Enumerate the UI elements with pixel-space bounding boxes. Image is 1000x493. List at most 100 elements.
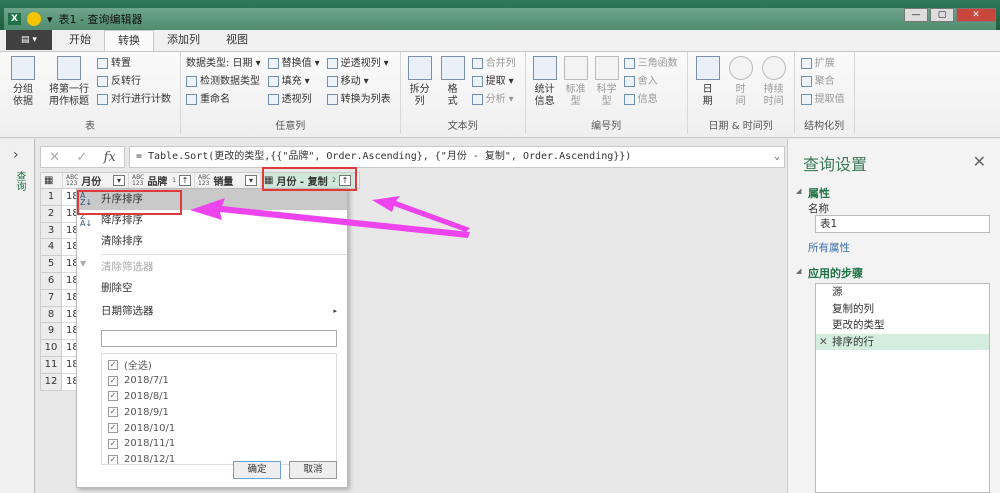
reverse-rows-button[interactable]: 反转行 — [97, 74, 171, 89]
applied-step[interactable]: ✕ 排序的行 — [816, 333, 989, 351]
statistics-button[interactable]: 统计 信息 — [531, 56, 559, 108]
group-table: 分组 依据 将第一行 用作标题 转置 反转行 对行进行计数 表 — [0, 52, 181, 134]
reverse-icon — [97, 76, 108, 87]
use-first-row-button[interactable]: 将第一行 用作标题 — [44, 56, 94, 108]
detect-type-button[interactable]: 检测数据类型 — [186, 74, 261, 89]
filter-checkbox-item[interactable]: ✓ 2018/10/1 — [108, 420, 330, 436]
filter-checkbox-item[interactable]: ✓ 2018/9/1 — [108, 404, 330, 420]
aggregate-button[interactable]: 聚合 — [800, 74, 845, 89]
fill-icon — [267, 76, 279, 87]
merge-columns-button[interactable]: 合并列 — [471, 56, 516, 71]
annotation-box-sort-ascending — [77, 190, 182, 215]
time-button[interactable]: 时 间 — [726, 56, 756, 108]
filter-checkbox-item[interactable]: ✓ (全选) — [108, 357, 330, 373]
parse-icon — [471, 94, 483, 105]
applied-step[interactable]: 复制的列 — [816, 301, 989, 318]
menu-clear-sort[interactable]: 清除排序 — [77, 231, 347, 252]
trig-button[interactable]: 三角函数 — [623, 56, 678, 71]
filter-checkbox-item[interactable]: ✓ 2018/8/1 — [108, 389, 330, 405]
extract-values-icon — [800, 94, 812, 105]
rename-button[interactable]: 重命名 — [186, 92, 261, 107]
filter-checkbox-item[interactable]: ✓ 2018/11/1 — [108, 436, 330, 452]
filter-dropdown-icon[interactable]: ▾ — [113, 175, 125, 186]
checkbox-checked-icon[interactable]: ✓ — [108, 423, 118, 434]
filter-search-input[interactable] — [101, 330, 337, 347]
table-icon — [57, 56, 81, 80]
queries-nav-pane[interactable]: › 查询 — [0, 139, 35, 493]
table-menu-icon[interactable]: ▦ — [41, 173, 63, 188]
split-column-button[interactable]: 拆分 列 — [406, 56, 434, 108]
filter-checkbox-item[interactable]: ✓ 2018/7/1 — [108, 373, 330, 389]
format-button[interactable]: 格 式 — [437, 56, 469, 108]
unpivot-button[interactable]: 逆透视列 ▾ — [326, 56, 391, 71]
pivot-button[interactable]: 透视列 — [267, 92, 320, 107]
row-number: 11 — [40, 356, 62, 374]
sort-ascending-icon[interactable]: ↑ — [179, 175, 191, 186]
row-number: 8 — [40, 306, 62, 324]
transpose-icon — [97, 58, 108, 69]
count-rows-button[interactable]: 对行进行计数 — [97, 92, 171, 107]
applied-steps-section[interactable]: 应用的步骤 — [796, 265, 863, 281]
minimize-button[interactable]: — — [904, 8, 928, 22]
transpose-button[interactable]: 转置 — [97, 56, 171, 71]
ok-button[interactable]: 确定 — [233, 461, 281, 479]
column-header-brand[interactable]: ABC 123 品牌 1 ↑ — [129, 173, 195, 188]
checkbox-checked-icon[interactable]: ✓ — [108, 391, 118, 402]
smiley-feedback-icon[interactable] — [26, 12, 41, 26]
move-button[interactable]: 移动 ▾ — [326, 74, 391, 89]
date-button[interactable]: 日 期 — [693, 56, 723, 108]
properties-section[interactable]: 属性 — [796, 185, 830, 201]
fill-button[interactable]: 填充 ▾ — [267, 74, 320, 89]
detect-icon — [186, 76, 197, 87]
checkbox-checked-icon[interactable]: ✓ — [108, 359, 118, 370]
rounding-button[interactable]: 舍入 — [623, 74, 678, 89]
column-header-sales[interactable]: ABC 123 销量 ▾ — [195, 173, 261, 188]
close-panel-icon[interactable]: ✕ — [973, 152, 986, 171]
all-properties-link[interactable]: 所有属性 — [808, 240, 850, 255]
checkbox-checked-icon[interactable]: ✓ — [108, 438, 118, 449]
confirm-formula-icon[interactable]: ✓ — [76, 150, 87, 165]
file-menu-button[interactable]: ▤ ▾ — [6, 30, 52, 50]
group-by-button[interactable]: 分组 依据 — [5, 56, 41, 108]
filter-dropdown-icon[interactable]: ▾ — [245, 175, 257, 186]
checkbox-checked-icon[interactable]: ✓ — [108, 454, 118, 464]
cancel-button[interactable]: 取消 — [289, 461, 337, 479]
filter-value-list[interactable]: ✓ (全选) ✓ 2018/7/1 ✓ 2018/8/1 ✓ 2018/9/1 ✓ 2018/10… — [101, 353, 337, 465]
list-icon — [326, 94, 338, 105]
tab-view[interactable]: 视图 — [213, 30, 261, 51]
expand-formula-icon[interactable]: ⌄ — [774, 147, 780, 167]
menu-date-filters[interactable]: 日期筛选器 ▸ — [77, 301, 347, 322]
duration-button[interactable]: 持续 时间 — [759, 56, 789, 108]
fx-icon[interactable]: fx — [104, 150, 116, 165]
checkbox-checked-icon[interactable]: ✓ — [108, 375, 118, 386]
information-button[interactable]: 信息 — [623, 92, 678, 107]
delete-step-icon[interactable]: ✕ — [819, 334, 828, 351]
standard-button[interactable]: 标准 型 — [562, 56, 590, 108]
quick-access-dropdown-icon[interactable]: ▾ — [47, 13, 53, 26]
cancel-formula-icon[interactable]: ✕ — [49, 150, 60, 165]
applied-step[interactable]: 更改的类型 — [816, 317, 989, 334]
replace-values-button[interactable]: 替换值 ▾ — [267, 56, 320, 71]
query-name-input[interactable]: 表1 — [815, 215, 990, 233]
row-number: 7 — [40, 289, 62, 307]
aggregate-icon — [800, 76, 812, 87]
extract-values-button[interactable]: 提取值 — [800, 92, 845, 107]
formula-input[interactable]: = Table.Sort(更改的类型,{{"品牌", Order.Ascendi… — [129, 146, 785, 168]
column-header-month[interactable]: ABC 123 月份 ▾ — [63, 173, 129, 188]
data-type-dropdown[interactable]: 数据类型: 日期 ▾ — [186, 56, 261, 71]
close-button[interactable]: ✕ — [956, 8, 996, 22]
tab-add-column[interactable]: 添加列 — [154, 30, 213, 51]
scientific-button[interactable]: 科学 型 — [593, 56, 621, 108]
menu-divider — [101, 254, 347, 255]
maximize-button[interactable]: ▢ — [930, 8, 954, 22]
tab-transform[interactable]: 转换 — [104, 30, 154, 51]
applied-step[interactable]: 源 — [816, 284, 989, 301]
parse-button[interactable]: 分析 ▾ — [471, 92, 516, 107]
extract-button[interactable]: 提取 ▾ — [471, 74, 516, 89]
expand-button[interactable]: 扩展 — [800, 56, 845, 71]
to-list-button[interactable]: 转换为列表 — [326, 92, 391, 107]
checkbox-checked-icon[interactable]: ✓ — [108, 407, 118, 418]
tab-home[interactable]: 开始 — [56, 30, 104, 51]
menu-remove-empty[interactable]: 删除空 — [77, 278, 347, 299]
expand-chevron-icon[interactable]: › — [13, 147, 19, 163]
